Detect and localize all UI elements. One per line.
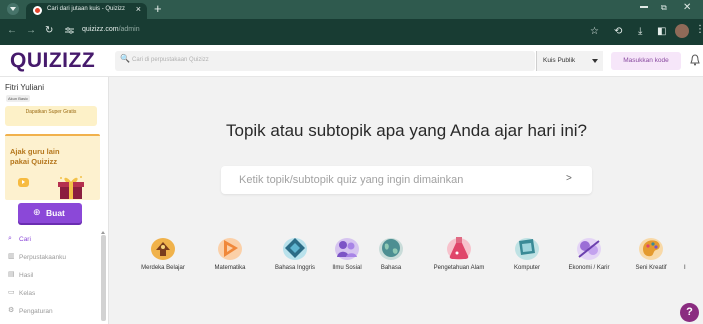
- library-icon: ▥: [8, 253, 15, 260]
- seni-kreatif-icon: [639, 238, 663, 260]
- pengetahuan-alam-icon: [447, 237, 471, 260]
- results-icon: ▤: [8, 271, 15, 278]
- upgrade-label: Dapatkan Super Gratis: [25, 109, 77, 115]
- matematika-icon: [218, 238, 242, 260]
- browser-window: Cari dari jutaan kuis - Quizizz × + ⧉ ✕ …: [0, 0, 703, 324]
- bahasa-inggris-icon: [283, 238, 307, 260]
- settings-icon: ⚙: [8, 307, 15, 314]
- create-button[interactable]: ⊕ Buat: [18, 203, 82, 223]
- sidebar-item-label: Cari: [19, 236, 31, 243]
- sidebar-item-label: Perpustakaanku: [19, 254, 66, 261]
- ekonomi-karir-icon: [577, 238, 601, 260]
- sidebar-scrollbar[interactable]: [101, 235, 106, 321]
- invite-promo-card[interactable]: Ajak guru lain pakai Quizizz: [5, 134, 100, 200]
- star-icon[interactable]: ☆: [590, 26, 599, 37]
- category-seni-kreatif[interactable]: Seni Kreatif: [615, 235, 687, 275]
- page-title: Topik atau subtopik apa yang Anda ajar h…: [225, 121, 588, 140]
- more-categories-indicator[interactable]: I: [684, 265, 686, 271]
- url-field[interactable]: quizizz.com/admin: [82, 26, 140, 33]
- new-tab-button[interactable]: +: [154, 1, 162, 16]
- close-icon[interactable]: ✕: [683, 2, 691, 13]
- sidebar-item-kelas[interactable]: ▭ Kelas: [0, 286, 100, 302]
- app-header: QUIZIZZ 🔍 Cari di perpustakaan Quizizz K…: [0, 45, 703, 77]
- komputer-icon: [515, 238, 539, 260]
- sidebar-item-cari[interactable]: ⌕ Cari: [0, 232, 100, 248]
- filter-label: Kuis Publik: [543, 57, 576, 64]
- back-arrow-icon[interactable]: ←: [7, 25, 17, 36]
- tab-search-icon[interactable]: [7, 3, 19, 15]
- extensions-icon[interactable]: ⟲: [614, 26, 622, 37]
- topic-search-input[interactable]: Ketik topik/subtopik quiz yang ingin dim…: [221, 166, 592, 194]
- quizizz-favicon: [33, 6, 42, 15]
- browser-tab[interactable]: Cari dari jutaan kuis - Quizizz ×: [26, 3, 147, 19]
- plus-circle-icon: ⊕: [33, 207, 41, 217]
- join-code-label: Masukkan kode: [623, 57, 669, 64]
- upgrade-button[interactable]: Dapatkan Super Gratis: [5, 106, 97, 126]
- promo-text: Ajak guru lain pakai Quizizz: [10, 147, 60, 166]
- sidebar: Fitri Yuliani Akun Basic Dapatkan Super …: [0, 77, 109, 324]
- join-code-button[interactable]: Masukkan kode: [611, 52, 681, 70]
- plan-badge: Akun Basic: [6, 95, 31, 102]
- sidebar-item-label: Kelas: [19, 290, 36, 297]
- search-placeholder: Cari di perpustakaan Quizizz: [132, 57, 209, 63]
- class-icon: ▭: [8, 289, 15, 296]
- arrow-right-icon[interactable]: [18, 178, 29, 187]
- topic-placeholder: Ketik topik/subtopik quiz yang ingin dim…: [239, 174, 464, 186]
- address-bar: ← → ↻ quizizz.com/admin ☆ ⟲ ⤓ ◧ ⋮: [0, 19, 703, 45]
- sidebar-item-hasil[interactable]: ▤ Hasil: [0, 268, 100, 284]
- library-search[interactable]: 🔍 Cari di perpustakaan Quizizz: [115, 51, 535, 71]
- tab-title: Cari dari jutaan kuis - Quizizz: [47, 6, 126, 12]
- sidebar-icon[interactable]: ◧: [657, 26, 666, 37]
- sidebar-item-label: Hasil: [19, 272, 34, 279]
- merdeka-belajar-icon: [151, 238, 175, 260]
- url-host: quizizz.com: [82, 26, 119, 33]
- chevron-down-icon: [592, 59, 598, 63]
- user-name[interactable]: Fitri Yuliani: [5, 83, 44, 92]
- forward-arrow-icon[interactable]: →: [26, 25, 36, 36]
- create-label: Buat: [46, 208, 65, 218]
- reload-icon[interactable]: ↻: [45, 25, 53, 36]
- category-pengetahuan-alam[interactable]: Pengetahuan Alam: [423, 235, 495, 275]
- sidebar-item-perpustakaanku[interactable]: ▥ Perpustakaanku: [0, 250, 100, 266]
- search-icon: 🔍: [120, 54, 130, 63]
- tab-close-icon[interactable]: ×: [136, 4, 141, 14]
- maximize-icon[interactable]: ⧉: [661, 3, 667, 13]
- search-icon: ⌕: [8, 235, 12, 242]
- minimize-icon[interactable]: [640, 6, 648, 8]
- sidebar-item-pengaturan[interactable]: ⚙ Pengaturan: [0, 304, 100, 320]
- more-menu-icon[interactable]: ⋮: [695, 24, 703, 35]
- download-icon[interactable]: ⤓: [638, 26, 642, 37]
- category-merdeka-belajar[interactable]: Merdeka Belajar: [127, 235, 199, 275]
- help-button[interactable]: ?: [680, 303, 699, 322]
- url-path: /admin: [118, 26, 140, 33]
- sidebar-item-label: Pengaturan: [19, 308, 53, 315]
- profile-avatar[interactable]: [675, 24, 689, 38]
- quizizz-logo[interactable]: QUIZIZZ: [10, 49, 95, 73]
- category-label: Seni Kreatif: [635, 265, 667, 271]
- category-bahasa[interactable]: Bahasa: [355, 235, 427, 275]
- main-content: Topik atau subtopik apa yang Anda ajar h…: [110, 77, 703, 324]
- gift-icon: [58, 176, 84, 199]
- chevron-right-icon[interactable]: >: [566, 173, 572, 184]
- site-settings-icon[interactable]: [65, 27, 74, 34]
- tab-strip: Cari dari jutaan kuis - Quizizz × + ⧉ ✕: [0, 0, 703, 19]
- scroll-up-arrow[interactable]: [101, 231, 105, 234]
- filter-dropdown[interactable]: Kuis Publik: [536, 51, 603, 71]
- bell-icon[interactable]: [690, 54, 700, 66]
- bahasa-icon: [379, 238, 403, 260]
